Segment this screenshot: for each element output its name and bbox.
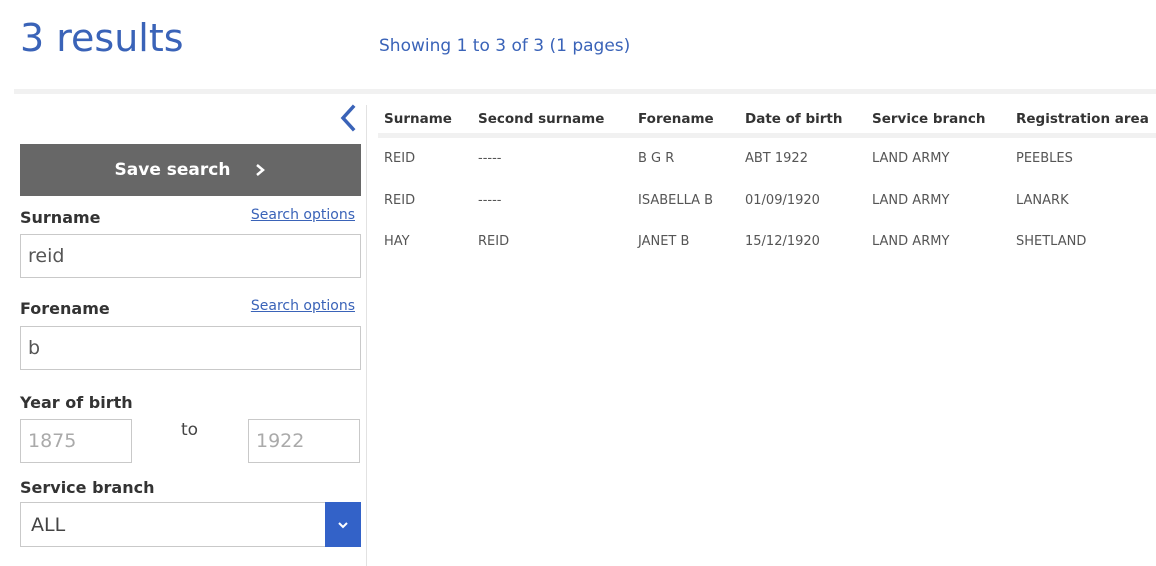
cell-date-of-birth: ABT 1922 [745,151,808,167]
cell-second-surname: ----- [478,192,502,208]
table-header-row: Surname Second surname Forename Date of … [378,104,1156,138]
cell-date-of-birth: 01/09/1920 [745,192,820,208]
save-search-button[interactable]: Save search [20,144,361,196]
column-header-surname[interactable]: Surname [378,104,472,138]
cell-service-branch: LAND ARMY [872,151,950,167]
surname-label: Surname [20,208,101,227]
column-header-service-branch[interactable]: Service branch [866,104,1010,138]
cell-service-branch: LAND ARMY [872,192,950,208]
year-range-to-label: to [181,420,199,440]
header-divider [14,89,1156,94]
chevron-left-icon [340,104,356,132]
table-row[interactable]: HAY REID JANET B 15/12/1920 LAND ARMY SH… [378,221,1156,262]
service-branch-dropdown-button[interactable] [325,502,361,547]
chevron-down-icon [338,521,348,528]
cell-surname: REID [384,151,416,167]
cell-registration-area: PEEBLES [1016,151,1073,167]
save-search-label: Save search [114,160,231,180]
cell-second-surname: REID [478,233,510,249]
cell-surname: HAY [384,233,410,249]
column-header-date-of-birth[interactable]: Date of birth [739,104,866,138]
column-header-forename[interactable]: Forename [632,104,739,138]
cell-registration-area: LANARK [1016,192,1069,208]
column-header-registration-area[interactable]: Registration area [1010,104,1156,138]
cell-service-branch: LAND ARMY [872,233,950,249]
forename-input[interactable] [20,326,361,370]
results-table: Surname Second surname Forename Date of … [378,104,1156,262]
results-count-title: 3 results [20,16,184,60]
column-header-second-surname[interactable]: Second surname [472,104,632,138]
service-branch-label: Service branch [20,478,155,497]
cell-second-surname: ----- [478,151,502,167]
service-branch-select[interactable]: ALL [20,502,361,547]
year-to-input[interactable] [248,419,360,463]
surname-input[interactable] [20,234,361,278]
forename-search-options-link[interactable]: Search options [251,298,355,314]
year-of-birth-label: Year of birth [20,393,133,412]
service-branch-selected-value: ALL [31,514,66,536]
sidebar-divider [366,105,367,566]
cell-forename: JANET B [638,233,690,249]
forename-label: Forename [20,299,110,318]
table-row[interactable]: REID ----- ISABELLA B 01/09/1920 LAND AR… [378,180,1156,221]
table-row[interactable]: REID ----- B G R ABT 1922 LAND ARMY PEEB… [378,136,1156,180]
cell-forename: ISABELLA B [638,192,714,208]
year-from-input[interactable] [20,419,132,463]
cell-date-of-birth: 15/12/1920 [745,233,820,249]
collapse-sidebar-button[interactable] [336,103,360,133]
cell-registration-area: SHETLAND [1016,233,1087,249]
pagination-summary: Showing 1 to 3 of 3 (1 pages) [379,36,631,56]
surname-search-options-link[interactable]: Search options [251,207,355,223]
chevron-right-icon [256,164,266,176]
cell-forename: B G R [638,151,675,167]
cell-surname: REID [384,192,416,208]
